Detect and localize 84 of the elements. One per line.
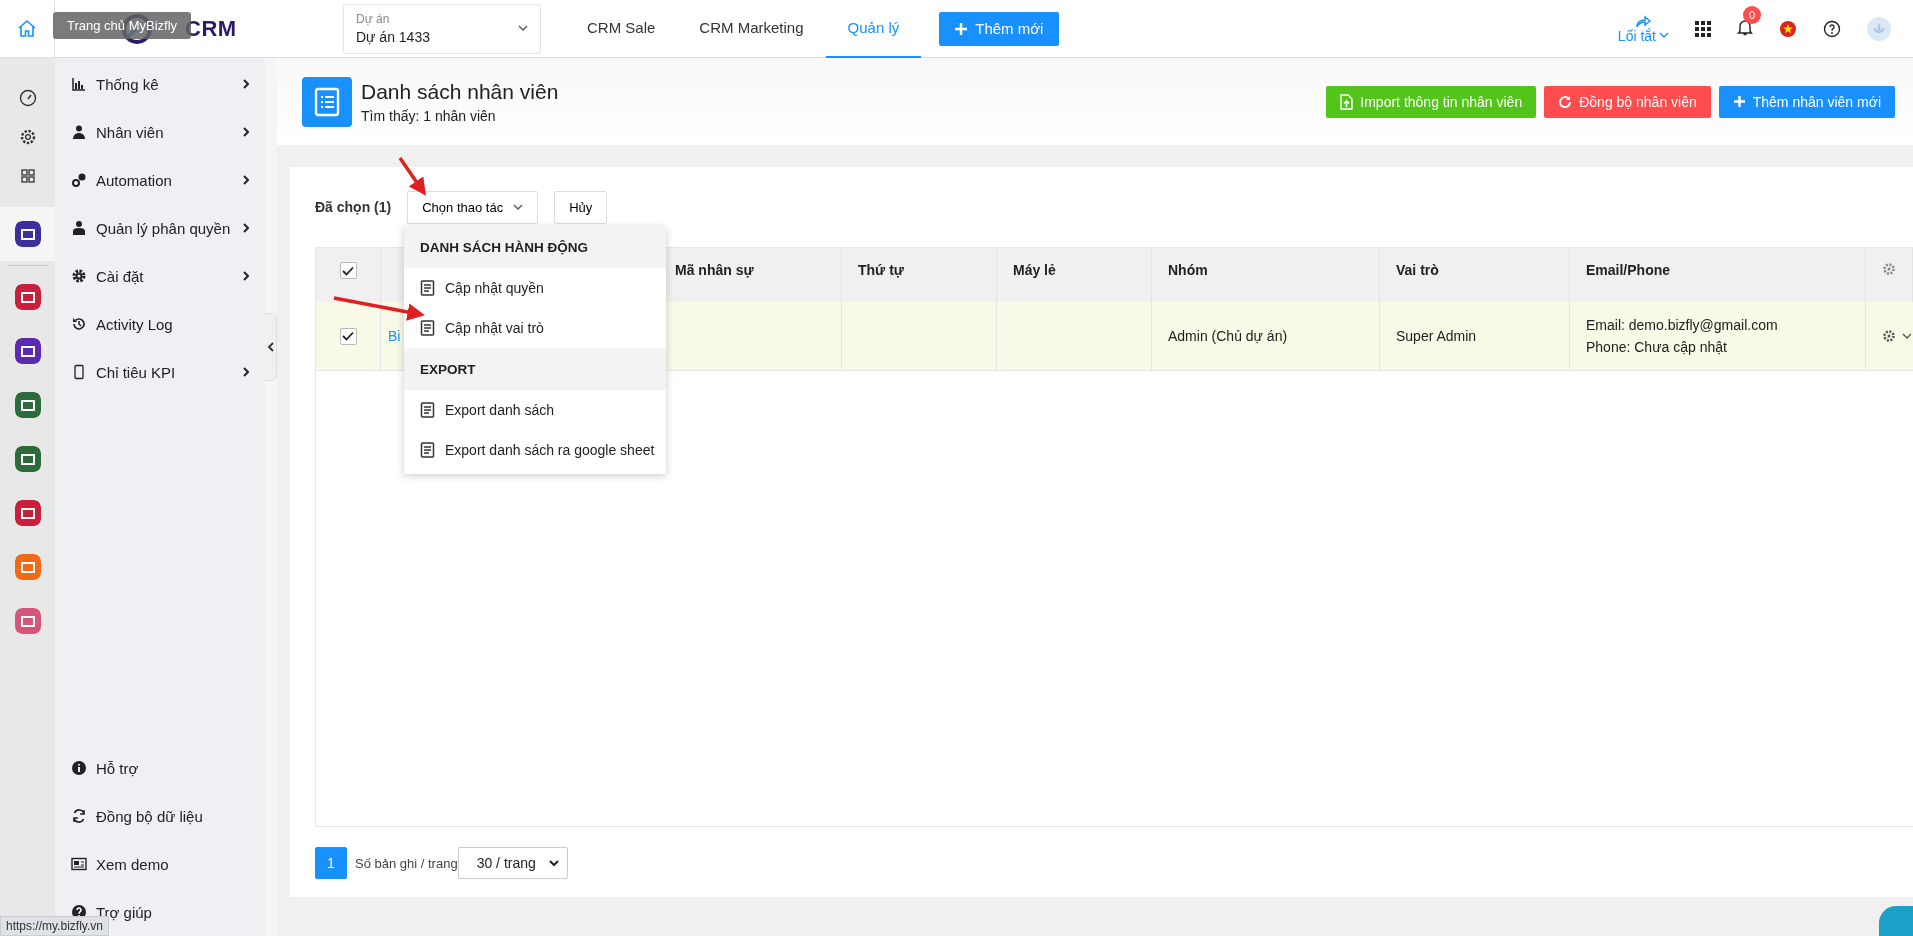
column-header: Thứ tự bbox=[858, 262, 904, 278]
caret-icon bbox=[1902, 332, 1912, 340]
table-cell: Admin (Chủ dự án) bbox=[1168, 328, 1288, 344]
app-icon[interactable] bbox=[14, 338, 41, 364]
settings-icon[interactable] bbox=[18, 127, 37, 146]
column-header: Máy lẻ bbox=[1013, 262, 1056, 278]
sidebar-item[interactable]: Cài đặt bbox=[55, 252, 265, 300]
checkbox[interactable] bbox=[339, 262, 357, 279]
status-url: https://my.bizfly.vn bbox=[0, 916, 109, 936]
newspaper-icon bbox=[71, 856, 87, 872]
bar-chart-icon bbox=[71, 76, 87, 92]
column-header: Mã nhân sự bbox=[675, 262, 754, 278]
nav-tab[interactable]: CRM Marketing bbox=[677, 0, 826, 58]
refresh-icon bbox=[1558, 94, 1573, 109]
table-cell: Email: demo.bizfly@gmail.com bbox=[1586, 317, 1778, 333]
history-icon bbox=[71, 316, 87, 332]
column-header: Email/Phone bbox=[1586, 262, 1671, 278]
gear-icon bbox=[71, 268, 87, 284]
notification-count: 0 bbox=[1743, 6, 1761, 24]
menu-item[interactable]: Cập nhật quyền bbox=[404, 268, 666, 308]
share-icon bbox=[1635, 13, 1652, 28]
menu-item[interactable]: Export danh sách bbox=[404, 390, 666, 430]
apps-grid-icon[interactable] bbox=[1695, 20, 1711, 37]
per-page-label: Số bản ghi / trang bbox=[355, 855, 458, 871]
app-icon[interactable] bbox=[14, 221, 41, 247]
bell-icon[interactable] bbox=[1737, 18, 1753, 36]
column-header: Vai trò bbox=[1396, 262, 1439, 278]
caret-icon bbox=[548, 859, 559, 867]
sidebar-item[interactable]: Nhân viên bbox=[55, 108, 265, 156]
person-icon bbox=[71, 124, 87, 140]
document-icon bbox=[420, 442, 435, 458]
menu-item[interactable]: Export danh sách ra google sheet bbox=[404, 430, 666, 470]
project-select[interactable]: Dự án Dự án 1433 bbox=[343, 3, 541, 54]
per-page-select[interactable]: 30 / trang bbox=[457, 847, 568, 879]
sidebar-item[interactable]: Hỗ trợ bbox=[55, 744, 265, 792]
sidebar-item[interactable]: Xem demo bbox=[55, 840, 265, 888]
phone-chat-icon[interactable] bbox=[1879, 906, 1913, 936]
sidebar-item[interactable]: Thống kê bbox=[55, 60, 265, 108]
sidebar-item[interactable]: Đồng bộ dữ liệu bbox=[55, 792, 265, 840]
sidebar-item[interactable]: Automation bbox=[55, 156, 265, 204]
action-dropdown[interactable]: Chọn thao tác bbox=[407, 190, 539, 224]
app-icon[interactable] bbox=[14, 392, 41, 418]
gears-icon bbox=[71, 172, 87, 188]
menu-item[interactable]: Cập nhật vai trò bbox=[404, 308, 666, 348]
info-icon bbox=[71, 760, 87, 776]
menu-section-title: DANH SÁCH HÀNH ĐỘNG bbox=[420, 239, 588, 255]
document-icon bbox=[420, 402, 435, 418]
annotation-arrow bbox=[398, 157, 426, 196]
gauge-icon[interactable] bbox=[18, 88, 37, 107]
result-count: Tìm thấy: 1 nhân viên bbox=[361, 107, 497, 124]
selected-count: Đã chọn (1) bbox=[315, 199, 392, 215]
plus-icon bbox=[1732, 95, 1746, 108]
grid-icon[interactable] bbox=[19, 167, 36, 184]
list-icon bbox=[302, 76, 352, 127]
settings-icon[interactable] bbox=[1882, 329, 1896, 343]
sidebar-item[interactable]: Chỉ tiêu KPI bbox=[55, 348, 265, 396]
sidebar-item[interactable]: Quản lý phân quyền bbox=[55, 204, 265, 252]
app-icon[interactable] bbox=[14, 284, 41, 310]
menu-section-title: EXPORT bbox=[420, 361, 476, 377]
collapse-handle[interactable] bbox=[265, 313, 277, 381]
table-cell: Phone: Chưa cập nhật bbox=[1586, 339, 1727, 355]
caret-icon bbox=[513, 203, 524, 211]
caret-icon bbox=[1659, 32, 1669, 39]
checkbox[interactable] bbox=[339, 327, 357, 345]
page-title: Danh sách nhân viên bbox=[361, 79, 559, 104]
column-header: Nhóm bbox=[1168, 262, 1208, 278]
document-icon bbox=[420, 320, 435, 336]
document-icon bbox=[420, 280, 435, 296]
caret-icon bbox=[518, 25, 528, 32]
cancel-button[interactable]: Hủy bbox=[554, 190, 608, 224]
help-icon[interactable] bbox=[1823, 19, 1841, 38]
sync-icon bbox=[71, 808, 87, 824]
table-cell: Super Admin bbox=[1396, 328, 1477, 344]
home-icon[interactable] bbox=[17, 19, 37, 38]
file-upload-icon bbox=[1340, 93, 1354, 110]
nav-tab[interactable]: CRM Sale bbox=[565, 0, 678, 58]
flag-icon[interactable] bbox=[1779, 19, 1797, 38]
app-icon[interactable] bbox=[14, 500, 41, 526]
tooltip: Trang chủ MyBizfly bbox=[53, 11, 192, 39]
manager-icon bbox=[71, 220, 87, 236]
mobile-icon bbox=[71, 364, 87, 380]
plus-icon bbox=[955, 22, 968, 35]
app-icon[interactable] bbox=[14, 446, 41, 472]
sidebar-item[interactable]: Activity Log bbox=[55, 300, 265, 348]
